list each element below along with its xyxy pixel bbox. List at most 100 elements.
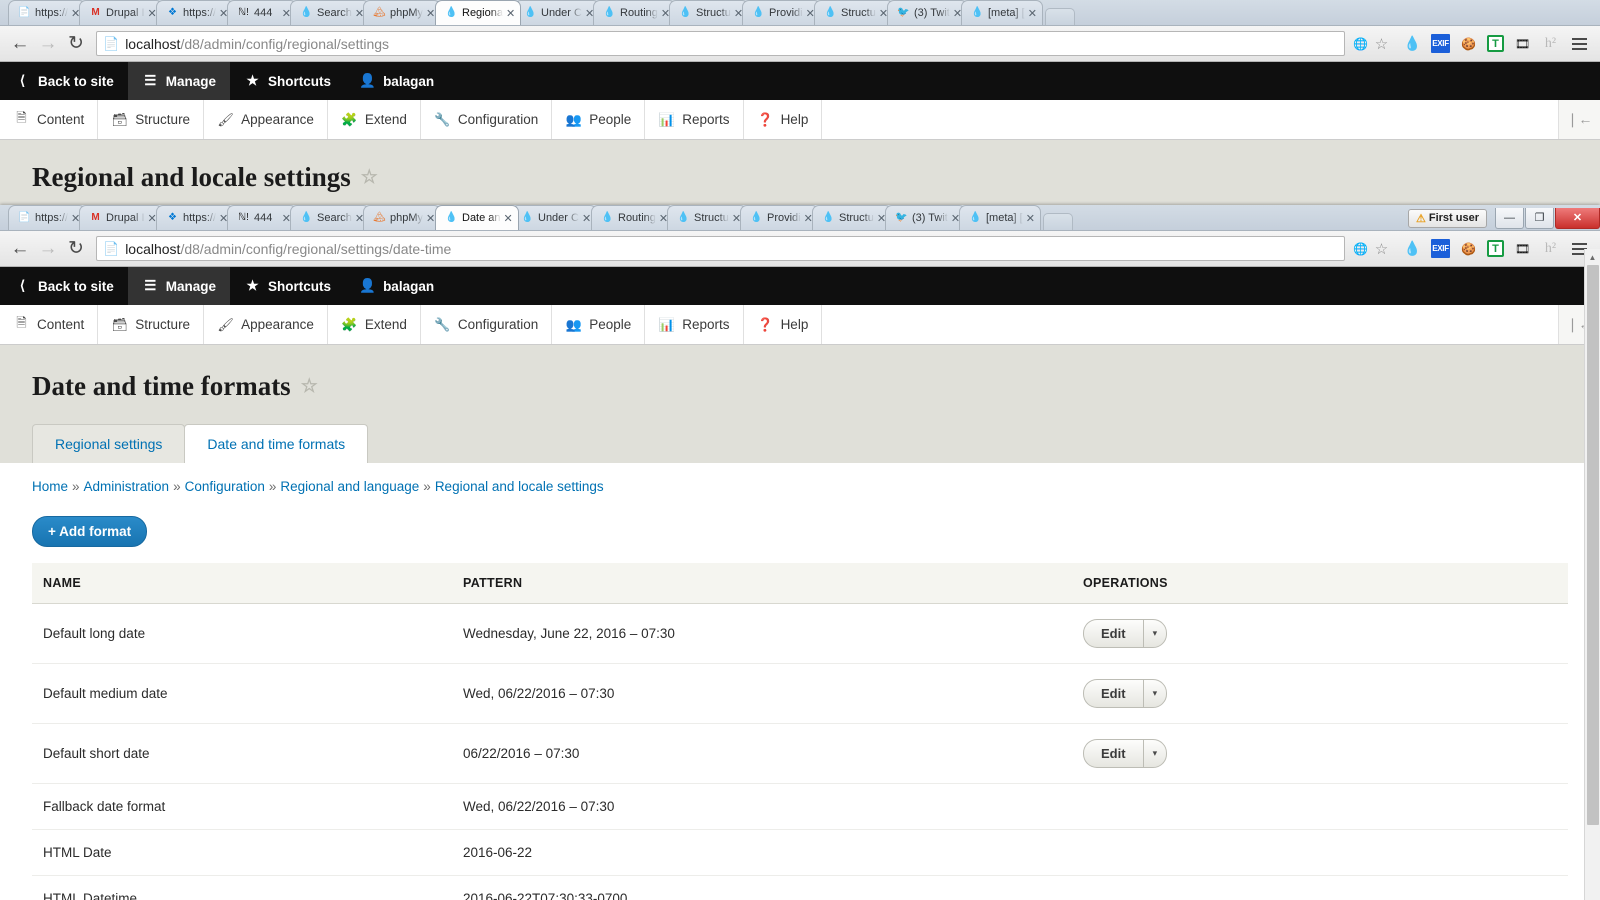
browser-tab[interactable]: 💧 Search ✕ <box>290 0 371 25</box>
user-account-button-2[interactable]: 👤 balagan <box>345 267 448 305</box>
restore-button[interactable]: ❐ <box>1525 207 1554 229</box>
toolbar-orientation-toggle-icon[interactable]: ❘← <box>1558 100 1600 139</box>
browser-tab[interactable]: 💧 Structu ✕ <box>666 205 747 230</box>
browser-tab[interactable]: 💧 Regiona ✕ <box>434 0 521 25</box>
h2-extension-icon-2[interactable]: h² <box>1541 239 1560 258</box>
add-format-button[interactable]: + Add format <box>32 516 148 547</box>
browser-tab[interactable]: 🐦 (3) Twit ✕ <box>887 0 969 25</box>
forward-button[interactable]: → <box>34 30 62 58</box>
bookmark-star-icon-2[interactable]: ☆ <box>1372 239 1391 258</box>
tab-close-icon[interactable]: ✕ <box>1025 212 1034 225</box>
edit-button[interactable]: Edit <box>1083 679 1143 708</box>
film-reel-extension-icon[interactable]: 🎞 <box>1513 34 1532 53</box>
first-user-badge[interactable]: ⚠ First user <box>1407 208 1487 228</box>
menu-item-configuration[interactable]: 🔧 Configuration <box>421 305 553 344</box>
chrome-menu-icon[interactable] <box>1569 37 1590 50</box>
browser-tab[interactable]: ℕ! 444 ✕ <box>227 0 298 25</box>
forward-button-2[interactable]: → <box>34 235 62 263</box>
address-bar[interactable]: 📄 localhost/d8/admin/config/regional/set… <box>96 31 1345 56</box>
breadcrumb-link[interactable]: Regional and locale settings <box>435 479 604 494</box>
operations-dropbutton[interactable]: Edit ▾ <box>1083 619 1168 648</box>
browser-tab[interactable]: ❖ https://✕ <box>156 0 235 25</box>
menu-item-reports[interactable]: 📊 Reports <box>645 305 744 344</box>
edit-button[interactable]: Edit <box>1083 739 1143 768</box>
translate-icon-2[interactable]: 🌐 <box>1351 239 1370 258</box>
operations-dropbutton[interactable]: Edit ▾ <box>1083 679 1168 708</box>
breadcrumb-link[interactable]: Home <box>32 479 68 494</box>
menu-item-structure[interactable]: 🗃 Structure <box>98 305 205 344</box>
cookie-extension-icon[interactable]: 🍪 <box>1459 34 1478 53</box>
tab-close-icon[interactable]: ✕ <box>503 212 512 225</box>
menu-item-people[interactable]: 👥 People <box>552 100 646 139</box>
user-account-button[interactable]: 👤 balagan <box>345 62 448 100</box>
browser-tab[interactable]: 💧 Providi ✕ <box>742 0 822 25</box>
menu-item-extend[interactable]: 🧩 Extend <box>328 100 421 139</box>
browser-tab[interactable]: ℕ! 444 ✕ <box>227 205 298 230</box>
browser-tab[interactable]: 🏔 phpMy ✕ <box>363 205 442 230</box>
browser-tab[interactable]: 💧 Search ✕ <box>290 205 371 230</box>
evernote-extension-icon[interactable]: T <box>1487 35 1504 52</box>
breadcrumb-link[interactable]: Administration <box>84 479 170 494</box>
menu-item-structure[interactable]: 🗃 Structure <box>98 100 205 139</box>
back-button[interactable]: ← <box>6 30 34 58</box>
browser-tab[interactable]: 💧 Routing ✕ <box>592 0 677 25</box>
minimize-button[interactable]: — <box>1495 207 1524 229</box>
h2-extension-icon[interactable]: h² <box>1541 34 1560 53</box>
evernote-extension-icon-2[interactable]: T <box>1487 240 1504 257</box>
scroll-up-arrow[interactable]: ▲ <box>1585 249 1600 265</box>
tab-close-icon[interactable]: ✕ <box>1028 7 1037 20</box>
browser-tab[interactable]: 💧 Structu ✕ <box>669 0 750 25</box>
browser-tab[interactable]: 📄 https://✕ <box>8 205 87 230</box>
bookmark-star-icon[interactable]: ☆ <box>1372 34 1391 53</box>
reload-button[interactable]: ↻ <box>62 30 90 58</box>
back-to-site-button-2[interactable]: ⟨ Back to site <box>0 267 128 305</box>
film-reel-extension-icon-2[interactable]: 🎞 <box>1513 239 1532 258</box>
menu-item-reports[interactable]: 📊 Reports <box>645 100 744 139</box>
menu-item-appearance[interactable]: 🖌 Appearance <box>204 100 328 139</box>
browser-tab[interactable]: M Drupal I ✕ <box>79 205 163 230</box>
chevron-down-icon[interactable]: ▾ <box>1142 679 1168 708</box>
favorite-star-icon-2[interactable]: ☆ <box>301 375 318 398</box>
cookie-extension-icon-2[interactable]: 🍪 <box>1459 239 1478 258</box>
browser-tab[interactable]: 🏔 phpMy ✕ <box>363 0 442 25</box>
browser-tab[interactable]: 🐦 (3) Twit ✕ <box>884 205 966 230</box>
manage-button-2[interactable]: ☰ Manage <box>127 267 231 305</box>
browser-tab[interactable]: 💧 Routing ✕ <box>590 205 674 230</box>
browser-tab[interactable]: 💧 [meta] [✕ <box>958 205 1041 230</box>
browser-tab[interactable]: 💧 Structu ✕ <box>811 205 892 230</box>
local-task-regional-settings[interactable]: Regional settings <box>32 424 186 463</box>
new-tab-button[interactable] <box>1042 213 1073 230</box>
scrollbar-thumb[interactable] <box>1587 265 1599 825</box>
browser-tab[interactable]: M Drupal I ✕ <box>79 0 163 25</box>
vertical-scrollbar[interactable]: ▲ <box>1584 249 1600 900</box>
exif-extension-icon[interactable]: EXIF <box>1431 34 1450 53</box>
menu-item-appearance[interactable]: 🖌 Appearance <box>204 305 328 344</box>
manage-button[interactable]: ☰ Manage <box>127 62 231 100</box>
browser-tab[interactable]: ❖ https://✕ <box>156 205 235 230</box>
operations-dropbutton[interactable]: Edit ▾ <box>1083 739 1168 768</box>
menu-item-people[interactable]: 👥 People <box>552 305 646 344</box>
back-to-site-button[interactable]: ⟨ Back to site <box>0 62 128 100</box>
tab-close-icon[interactable]: ✕ <box>506 7 515 20</box>
menu-item-help[interactable]: ❓ Help <box>744 100 823 139</box>
menu-item-content[interactable]: 🗎 Content <box>0 100 99 139</box>
shortcuts-button[interactable]: ★ Shortcuts <box>230 62 345 100</box>
exif-extension-icon-2[interactable]: EXIF <box>1431 239 1450 258</box>
reload-button-2[interactable]: ↻ <box>62 235 90 263</box>
browser-tab[interactable]: 💧 Providi ✕ <box>739 205 819 230</box>
edit-button[interactable]: Edit <box>1083 619 1143 648</box>
menu-item-extend[interactable]: 🧩 Extend <box>328 305 421 344</box>
close-button[interactable]: ✕ <box>1555 207 1600 229</box>
back-button-2[interactable]: ← <box>6 235 34 263</box>
favorite-star-icon-1[interactable]: ☆ <box>361 166 378 189</box>
address-bar-2[interactable]: 📄 localhost/d8/admin/config/regional/set… <box>96 236 1345 261</box>
browser-tab[interactable]: 💧 [meta] [✕ <box>961 0 1044 25</box>
translate-icon[interactable]: 🌐 <box>1351 34 1370 53</box>
chevron-down-icon[interactable]: ▾ <box>1142 739 1168 768</box>
browser-tab[interactable]: 💧 Structu ✕ <box>814 0 895 25</box>
menu-item-configuration[interactable]: 🔧 Configuration <box>421 100 553 139</box>
drupal-extension-icon[interactable]: 💧 <box>1403 34 1422 53</box>
browser-tab[interactable]: 💧 Under C ✕ <box>513 0 600 25</box>
new-tab-button[interactable] <box>1045 8 1076 25</box>
menu-item-content[interactable]: 🗎 Content <box>0 305 99 344</box>
